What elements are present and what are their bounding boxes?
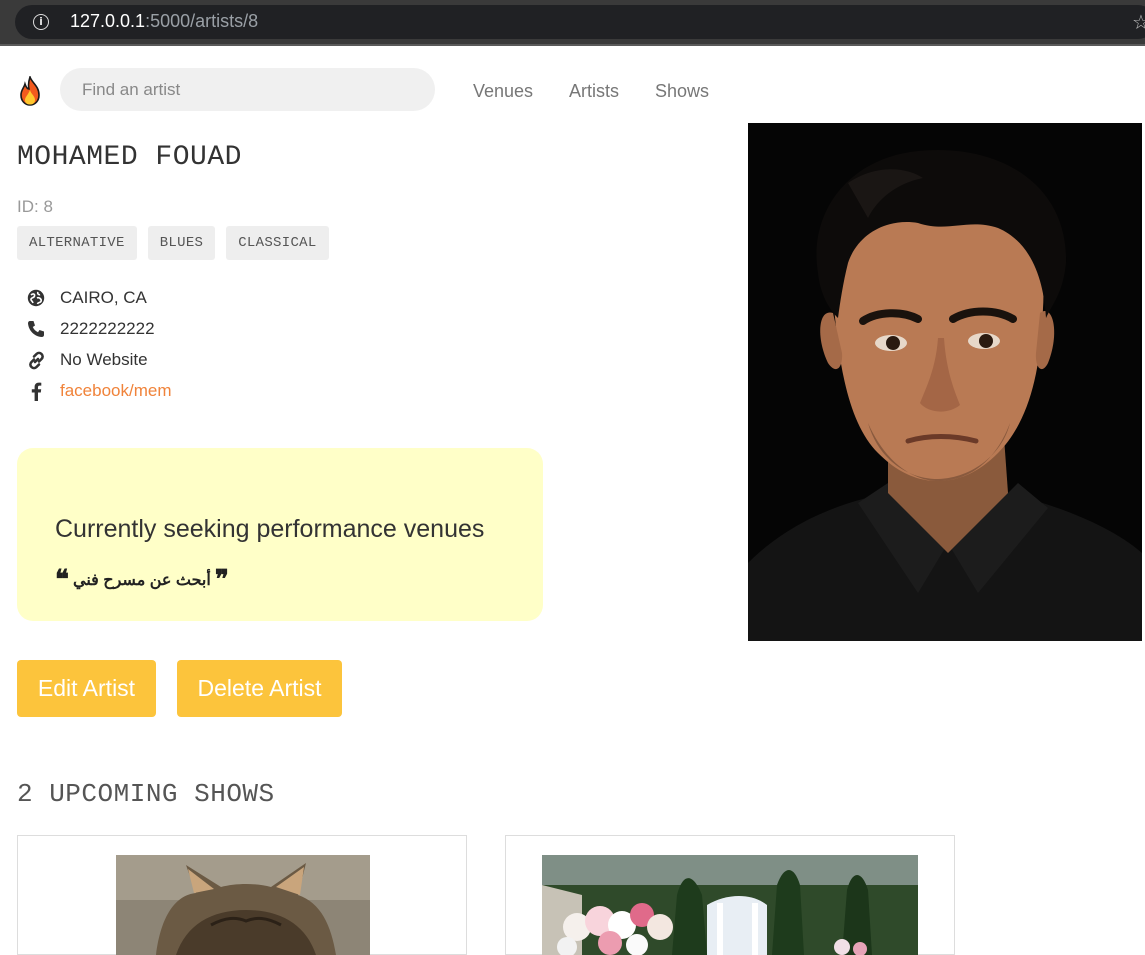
show-card[interactable]: [505, 835, 955, 955]
phone-row: 2222222222: [25, 317, 155, 341]
facebook-icon: [25, 381, 47, 401]
nav-link-venues[interactable]: Venues: [473, 81, 533, 102]
show-card[interactable]: [17, 835, 467, 955]
artist-id: ID: 8: [17, 197, 53, 216]
search-input[interactable]: [60, 68, 435, 111]
show-venue-image[interactable]: [542, 855, 918, 955]
edit-artist-button[interactable]: Edit Artist: [17, 660, 156, 717]
upcoming-shows-heading: 2 UPCOMING SHOWS: [17, 779, 275, 809]
url-path: :5000/artists/8: [145, 11, 259, 31]
website-row: No Website: [25, 348, 148, 372]
location-row: CAIRO, CA: [25, 286, 147, 310]
seeking-description-text: أبحث عن مسرح فني: [73, 572, 211, 589]
fire-logo-icon[interactable]: [17, 76, 43, 106]
artist-name: MOHAMED FOUAD: [17, 142, 242, 173]
link-icon: [25, 350, 47, 370]
seeking-title: Currently seeking performance venues: [55, 515, 485, 543]
browser-divider: [0, 44, 1145, 46]
artist-facebook-link[interactable]: facebook/mem: [60, 381, 172, 401]
artist-website: No Website: [60, 350, 148, 369]
quote-left-icon: ❝: [55, 565, 69, 595]
genre-tag: CLASSICAL: [226, 226, 329, 260]
genre-tag: BLUES: [147, 226, 216, 260]
seeking-description: ❝ أبحث عن مسرح فني ❞: [55, 565, 229, 595]
browser-address-bar: i 127.0.0.1:5000/artists/8 ☆: [0, 0, 1145, 46]
facebook-row: facebook/mem: [25, 379, 172, 403]
quote-right-icon: ❞: [214, 565, 229, 595]
genre-list: ALTERNATIVE BLUES CLASSICAL: [17, 226, 329, 260]
info-icon[interactable]: i: [33, 14, 49, 30]
phone-icon: [25, 319, 47, 339]
seeking-venue-box: Currently seeking performance venues ❝ أ…: [17, 448, 543, 621]
url-text[interactable]: 127.0.0.1:5000/artists/8: [70, 11, 258, 32]
globe-icon: [25, 288, 47, 308]
bookmark-star-icon[interactable]: ☆: [1132, 10, 1145, 34]
artist-location: CAIRO, CA: [60, 288, 147, 307]
url-host: 127.0.0.1: [70, 11, 146, 31]
genre-tag: ALTERNATIVE: [17, 226, 137, 260]
nav-link-artists[interactable]: Artists: [569, 81, 619, 102]
artist-phone: 2222222222: [60, 319, 155, 338]
show-venue-image[interactable]: [116, 855, 370, 955]
delete-artist-button[interactable]: Delete Artist: [177, 660, 342, 717]
artist-photo: [748, 123, 1142, 641]
nav-link-shows[interactable]: Shows: [655, 81, 709, 102]
